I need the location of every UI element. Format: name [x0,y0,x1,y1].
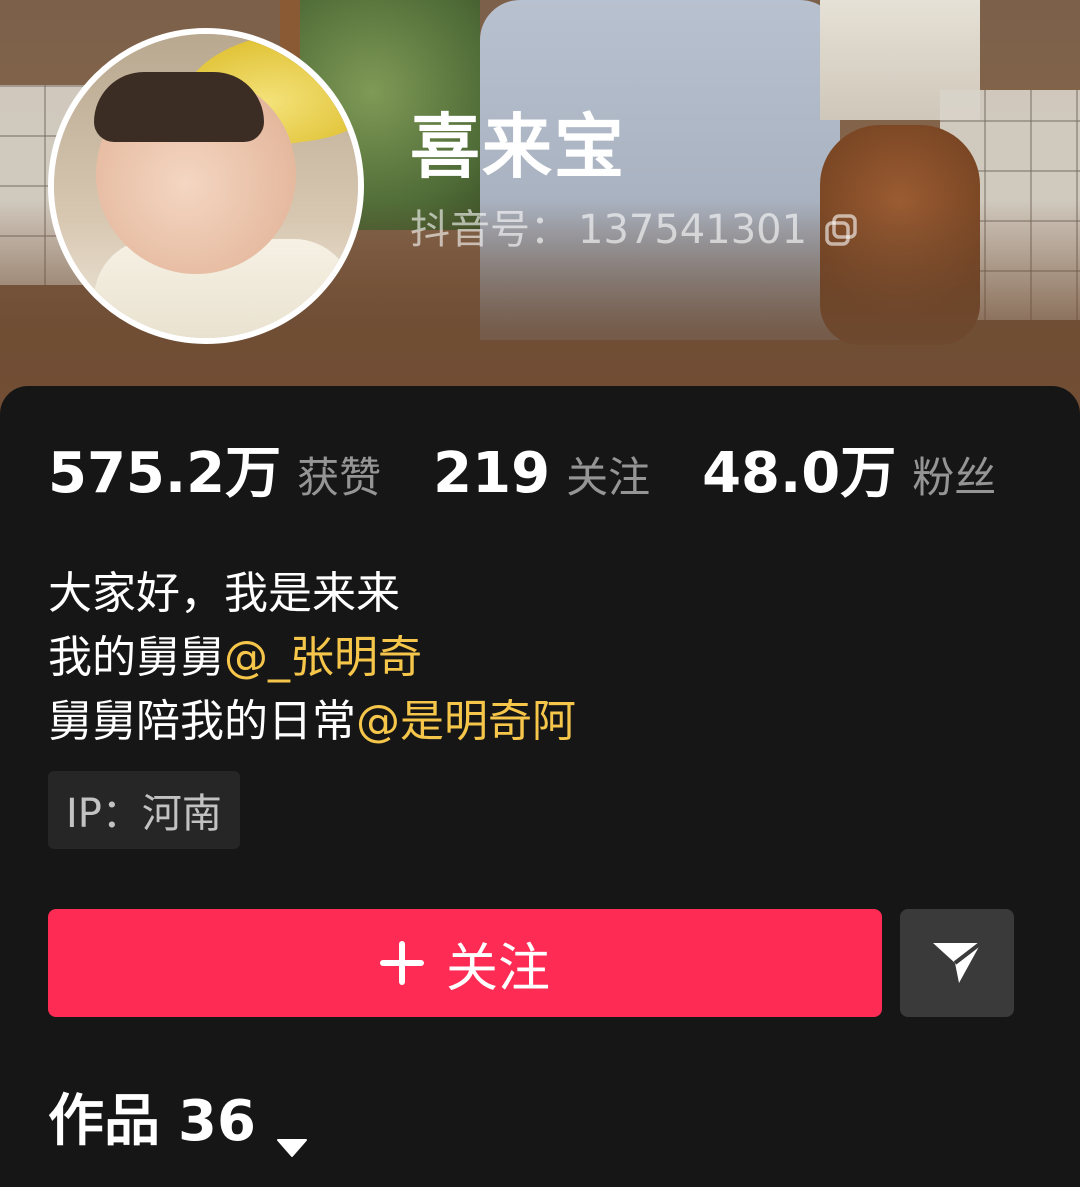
stat-likes[interactable]: 575.2万 获赞 [48,446,381,502]
works-tab-label: 作品 [48,1089,160,1154]
plus-icon [379,941,424,985]
stats-row: 575.2万 获赞 219 关注 48.0万 粉丝 [48,446,1048,502]
bio-line-1: 大家好，我是来来 [48,568,400,619]
douyin-id-row[interactable]: 抖音号： 137541301 [410,210,859,250]
ip-location-tag: IP：河南 [48,771,240,849]
follow-button[interactable]: 关注 [48,909,882,1017]
stat-followers-value: 48.0万 [702,441,897,506]
stat-following[interactable]: 219 关注 [433,446,650,502]
copy-icon[interactable] [823,212,859,248]
send-icon [929,933,985,993]
stat-following-label: 关注 [566,453,651,502]
stat-followers[interactable]: 48.0万 粉丝 [702,446,996,502]
bio-line-2-text: 我的舅舅 [48,632,224,683]
stat-likes-value: 575.2万 [48,441,282,506]
stat-likes-label: 获赞 [297,453,382,502]
send-message-button[interactable] [900,909,1014,1017]
stat-following-value: 219 [433,441,551,506]
bio-line-3: 舅舅陪我的日常@是明奇阿 [48,690,576,754]
bio-line-2: 我的舅舅@_张明奇 [48,626,576,690]
profile-page: 喜来宝 抖音号： 137541301 575.2万 获赞 219 关注 48.0… [0,0,1080,1187]
douyin-id-prefix: 抖音号： [410,207,570,253]
douyin-id-value: 137541301 [578,207,808,253]
profile-name: 喜来宝 [410,106,626,188]
mention-link-2[interactable]: @是明奇阿 [356,696,576,747]
bio-line-3-text: 舅舅陪我的日常 [48,696,356,747]
avatar-hair [94,72,264,142]
stat-followers-label: 粉丝 [912,453,997,502]
avatar[interactable] [48,28,364,344]
follow-button-label: 关注 [445,938,550,999]
mention-link-1[interactable]: @_张明奇 [224,632,422,683]
bio: 大家好，我是来来 我的舅舅@_张明奇 舅舅陪我的日常@是明奇阿 [48,562,576,754]
chevron-down-icon [276,1112,308,1157]
works-count: 36 [178,1089,256,1154]
works-tab[interactable]: 作品 36 [48,1089,308,1157]
